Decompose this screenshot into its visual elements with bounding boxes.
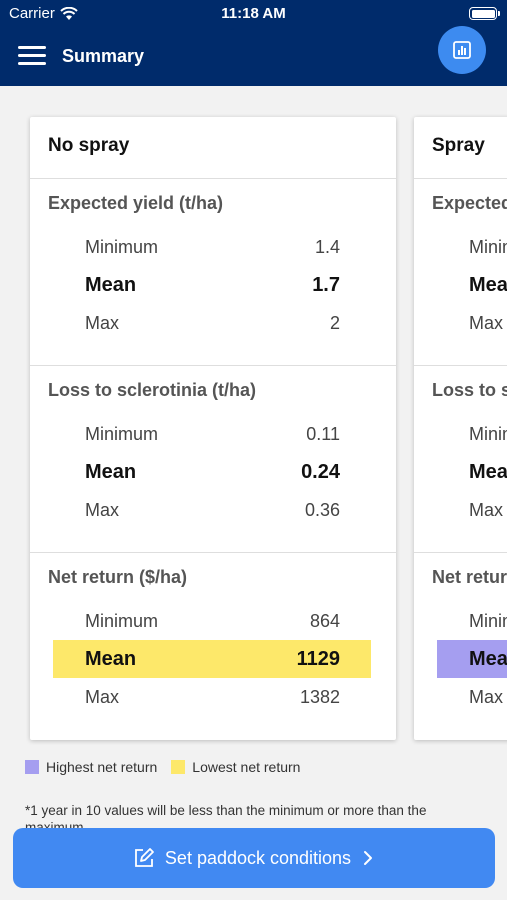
section-net-return: Net return ($/ha) Minimum 864 Mean 1129 Ma… [30,553,396,740]
row-minimum: Minimum 0.11 [85,423,340,444]
row-max: Max [469,312,504,333]
section-title: Net return ($/ha) [48,567,188,587]
status-bar: Carrier 11:18 AM [0,0,507,28]
report-icon [453,41,471,59]
scenario-card-no-spray[interactable]: No spray Expected yield (t/ha) Minimum 1.… [30,117,396,740]
row-minimum: Minimum 864 [85,610,340,631]
section-expected-yield: Expected yield (t/ha) Minimum Mean Max [414,179,507,366]
legend-item-lowest: Lowest net return [171,759,300,775]
battery-icon [469,7,500,20]
row-max: Max 2 [85,312,340,333]
section-title: Loss to sclerotinia (t/ha) [48,380,257,400]
section-loss-to-sclerotinia: Loss to sclerotinia (t/ha) Minimum 0.11 M… [30,366,396,553]
legend-label: Lowest net return [192,759,301,775]
row-max: Max 1382 [85,686,340,707]
section-title: Expected yield (t/ha) [432,193,507,213]
row-mean: Mean [469,273,507,296]
row-mean-highest-return: Mean [437,640,507,678]
section-net-return: Net return ($/ha) Minimum Mean Max [414,553,507,740]
report-button[interactable] [438,26,486,74]
scenario-card-spray[interactable]: Spray Expected yield (t/ha) Minimum Mean… [414,117,507,740]
highest-swatch [25,760,39,774]
app-bar: Summary [0,26,507,86]
row-max: Max 0.36 [85,499,340,520]
card-title: Spray [414,117,507,179]
row-mean-lowest-return: Mean 1129 [53,640,371,678]
cta-label: Set paddock conditions [164,847,352,868]
hamburger-icon [18,46,46,49]
legend-label: Highest net return [46,759,158,775]
row-minimum: Minimum [469,236,507,257]
status-time: 11:18 AM [221,5,286,22]
row-mean: Mean 1.7 [85,273,340,296]
section-title: Loss to sclerotinia (t/ha) [432,380,507,400]
lowest-swatch [171,760,186,774]
menu-button[interactable] [18,46,46,68]
edit-icon [135,848,154,867]
row-max: Max [469,686,504,707]
row-mean: Mean [469,460,507,483]
row-minimum: Minimum [469,610,507,631]
legend-item-highest: Highest net return [25,759,157,775]
legend: Highest net return Lowest net return [25,759,314,775]
card-title: No spray [30,117,396,179]
chevron-right-icon [364,851,373,865]
section-title: Expected yield (t/ha) [48,193,224,213]
set-paddock-conditions-button[interactable]: Set paddock conditions [13,828,495,888]
section-loss-to-sclerotinia: Loss to sclerotinia (t/ha) Minimum Mean … [414,366,507,553]
section-title: Net return ($/ha) [432,567,507,587]
row-max: Max [469,499,504,520]
scenario-carousel[interactable]: No spray Expected yield (t/ha) Minimum 1.… [0,86,507,746]
row-minimum: Minimum [469,423,507,444]
page-title: Summary [62,46,145,66]
row-minimum: Minimum 1.4 [85,236,340,257]
section-expected-yield: Expected yield (t/ha) Minimum 1.4 Mean 1.7… [30,179,396,366]
row-mean: Mean 0.24 [85,460,340,483]
